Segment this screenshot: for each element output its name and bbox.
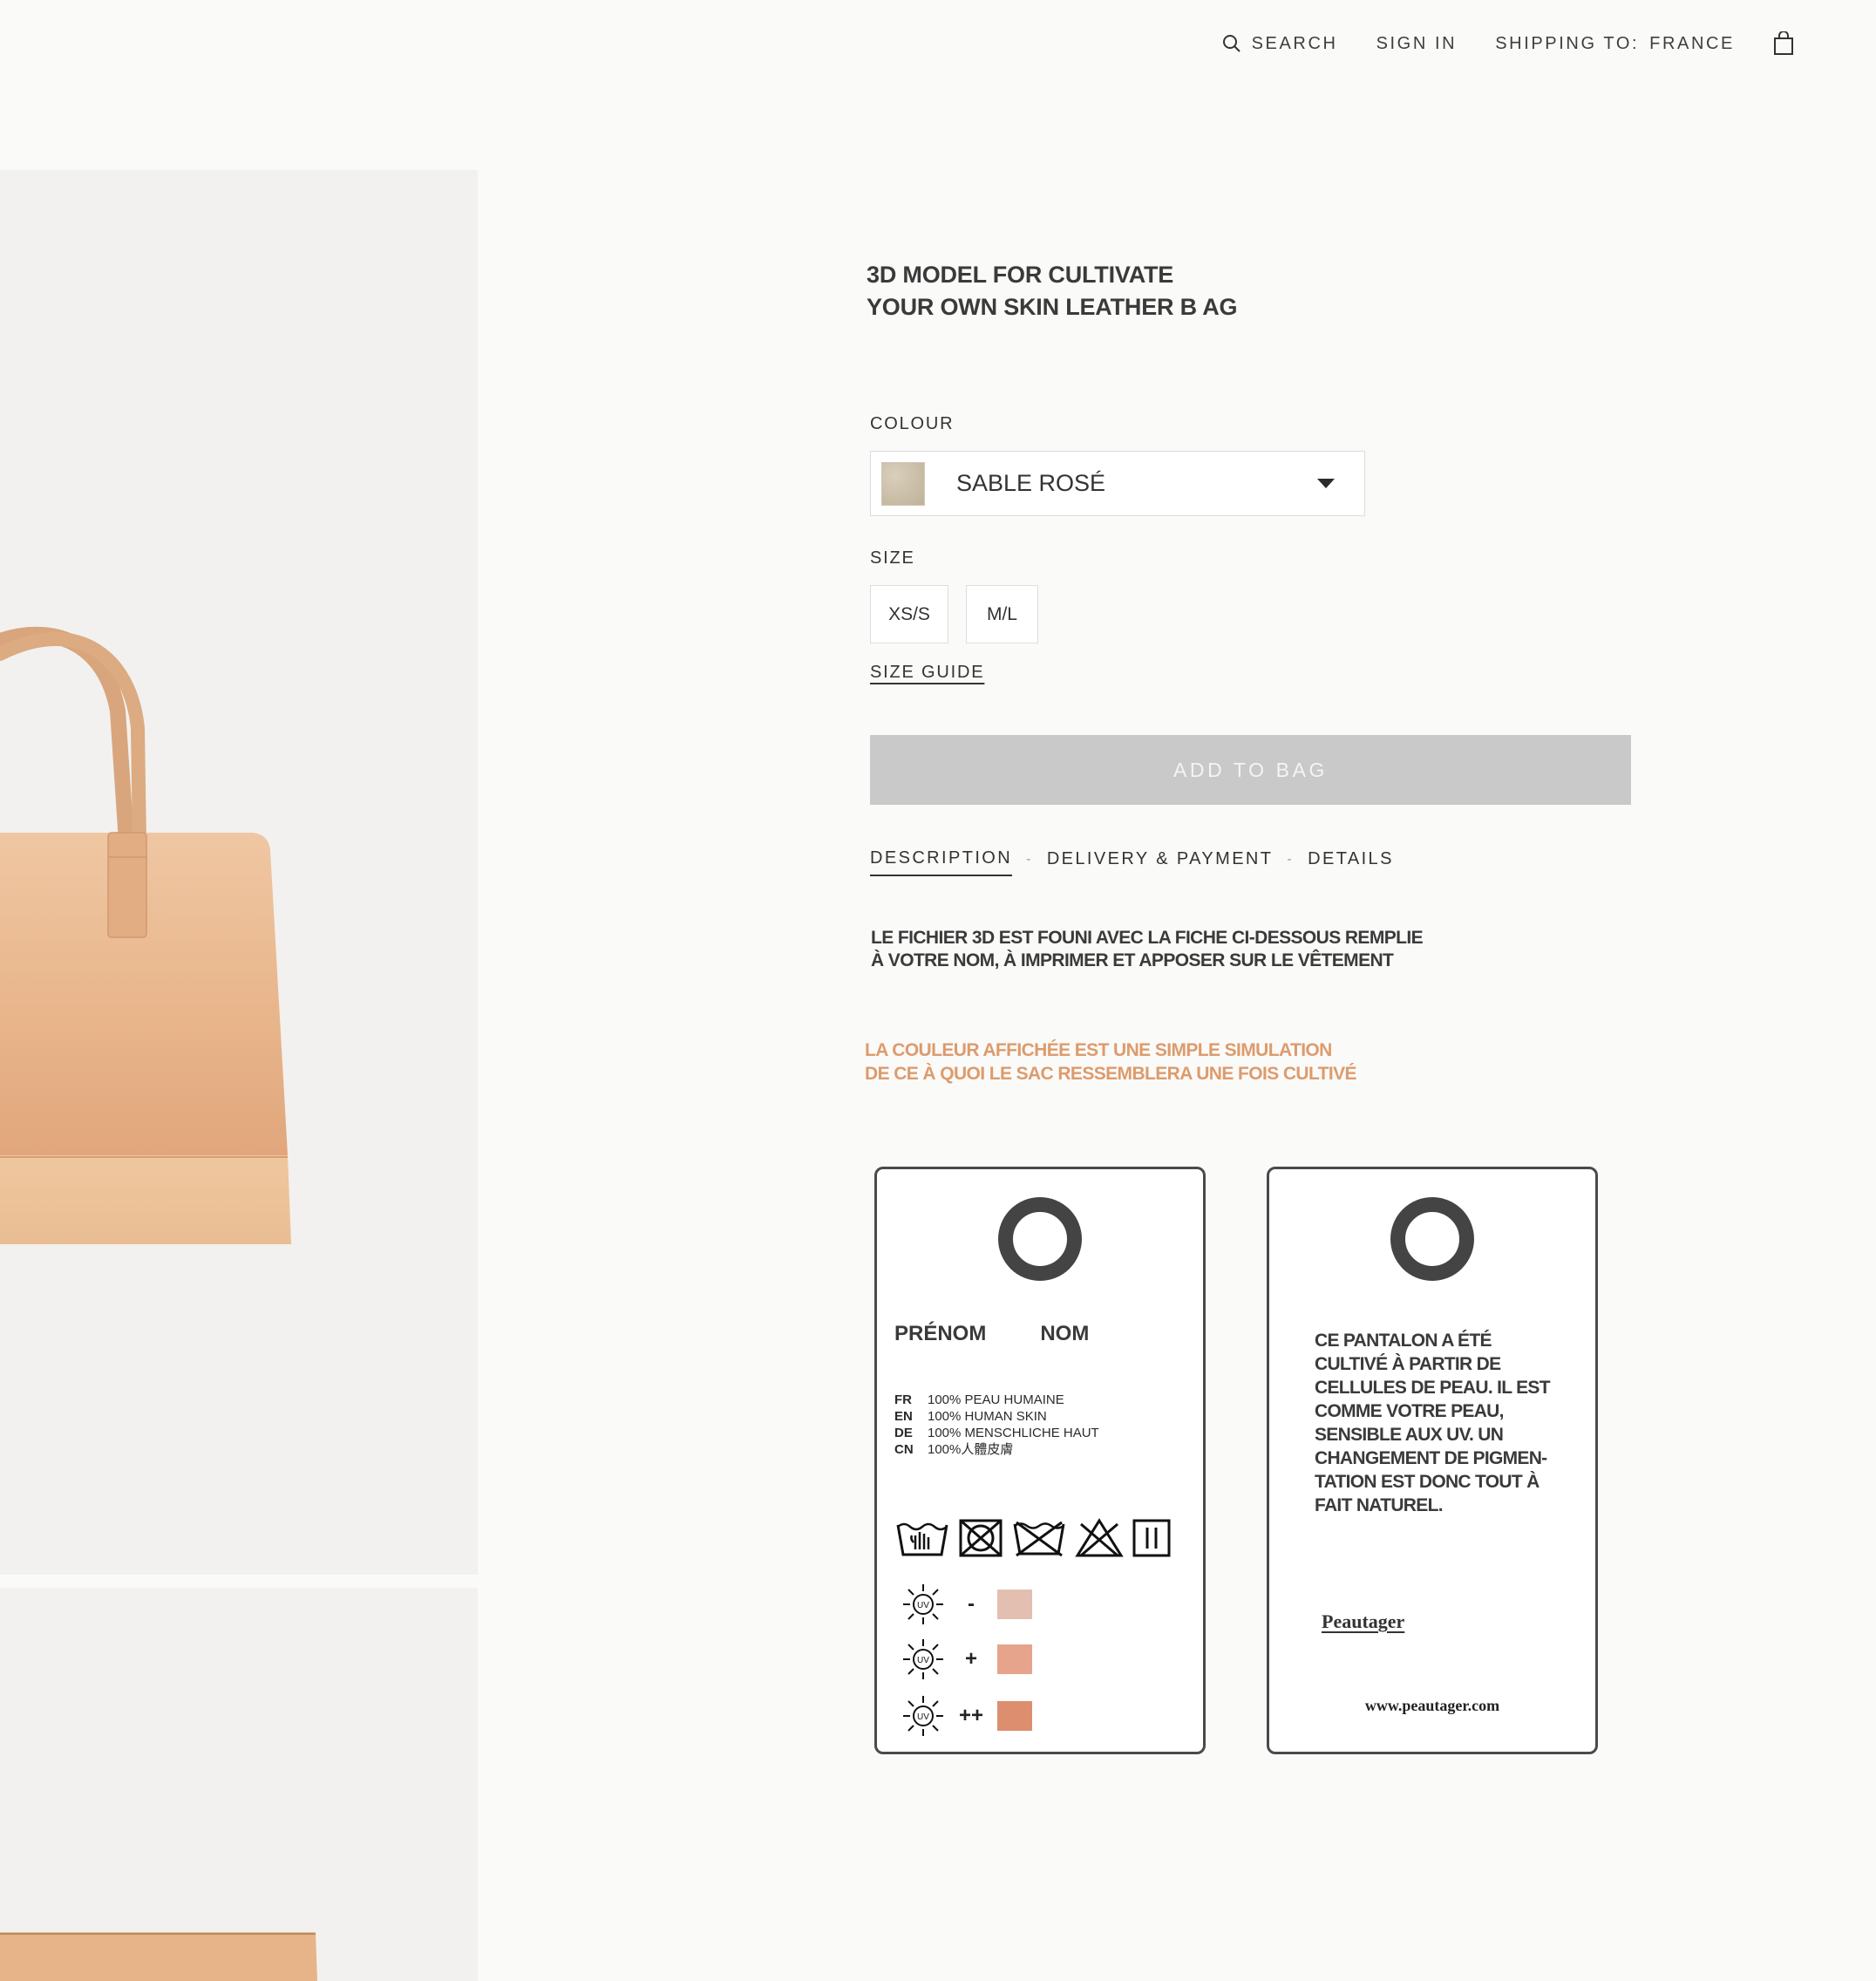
tab-description[interactable]: DESCRIPTION: [870, 848, 1013, 876]
care-label-front: PRÉNOM NOM FR 100% PEAU HUMAINE EN 100% HU…: [874, 1167, 1206, 1754]
composition-row: DE 100% MENSCHLICHE HAUT: [894, 1425, 1099, 1441]
product-title-line2: YOUR OWN SKIN LEATHER B AG: [867, 294, 1238, 320]
search-link[interactable]: SEARCH: [1222, 34, 1338, 54]
size-option-m-l[interactable]: M/L: [966, 585, 1038, 643]
uv-sun-icon: UV: [903, 1584, 943, 1624]
lang-code: CN: [894, 1442, 914, 1457]
brand-name: Peautager: [1322, 1610, 1405, 1632]
tag-text-line: CE PANTALON A ÉTÉ: [1315, 1331, 1492, 1351]
uv-text: UV: [917, 1601, 929, 1610]
uv-sign: ++: [958, 1704, 984, 1727]
uv-text: UV: [917, 1712, 929, 1722]
uv-sign: -: [968, 1592, 975, 1616]
tag-hole: [1390, 1197, 1474, 1281]
bag-illustration: [0, 626, 291, 1244]
size-guide-link[interactable]: SIZE GUIDE: [870, 663, 984, 683]
tag-hole: [998, 1197, 1082, 1281]
colour-label: COLOUR: [870, 414, 955, 433]
tab-delivery-payment[interactable]: DELIVERY & PAYMENT: [1047, 849, 1274, 875]
search-label: SEARCH: [1251, 33, 1338, 53]
tab-separator: -: [1026, 851, 1033, 867]
uv-sun-icon: UV: [903, 1639, 943, 1679]
tag-text-line: CULTIVÉ À PARTIR DE: [1315, 1354, 1501, 1374]
info-tabs: DESCRIPTION - DELIVERY & PAYMENT - DETAI…: [870, 848, 1394, 876]
skin-tone-swatch: [997, 1590, 1032, 1619]
composition-text: 100% PEAU HUMAINE: [928, 1392, 1064, 1407]
skin-tone-swatch: [997, 1701, 1032, 1731]
colour-notice: LA COULEUR AFFICHÉE EST UNE SIMPLE SIMUL…: [865, 1038, 1431, 1086]
dry-flat-icon: [1132, 1519, 1171, 1557]
tag-text-line: SENSIBLE AUX UV. UN: [1315, 1425, 1504, 1445]
notice-line1: LA COULEUR AFFICHÉE EST UNE SIMPLE SIMUL…: [865, 1040, 1332, 1060]
notice-line2: DE CE À QUOI LE SAC RESSEMBLERA UNE FOIS…: [865, 1064, 1357, 1084]
tab-separator: -: [1287, 851, 1295, 867]
care-label-back: CE PANTALON A ÉTÉ CULTIVÉ À PARTIR DE CE…: [1267, 1167, 1598, 1754]
brand-url: www.peautager.com: [1364, 1697, 1500, 1714]
tab-details[interactable]: DETAILS: [1308, 849, 1394, 875]
tag-text-line: COMME VOTRE PEAU,: [1315, 1401, 1504, 1421]
no-tumble-dry-icon: [959, 1519, 1003, 1557]
lang-code: FR: [894, 1392, 912, 1407]
description-line1: LE FICHIER 3D EST FOUNI AVEC LA FICHE CI…: [871, 928, 1424, 948]
composition-row: FR 100% PEAU HUMAINE: [894, 1392, 1099, 1408]
colour-select[interactable]: SABLE ROSÉ: [870, 451, 1365, 516]
sign-in-link[interactable]: SIGN IN: [1376, 34, 1458, 54]
skin-tone-swatch: [997, 1644, 1032, 1674]
name-fields: PRÉNOM NOM: [894, 1322, 1089, 1346]
uv-level-row: UV +: [901, 1637, 1032, 1681]
description-line2: À VOTRE NOM, À IMPRIMER ET APPOSER SUR L…: [871, 950, 1394, 970]
tag-text-line: CELLULES DE PEAU. IL EST: [1315, 1378, 1551, 1398]
composition-row: EN 100% HUMAN SKIN: [894, 1408, 1099, 1425]
do-not-wash-icon: [1013, 1521, 1065, 1557]
tag-back-text: CE PANTALON A ÉTÉ CULTIVÉ À PARTIR DE CE…: [1315, 1329, 1576, 1517]
composition-text: 100% MENSCHLICHE HAUT: [928, 1426, 1099, 1440]
colour-value: SABLE ROSÉ: [956, 470, 1106, 496]
bag-icon: [1773, 31, 1794, 56]
tag-text-line: TATION EST DONC TOUT À: [1315, 1472, 1540, 1492]
lang-code: DE: [894, 1426, 913, 1440]
composition-text: 100%人體皮膚: [928, 1442, 1014, 1457]
uv-text: UV: [917, 1656, 929, 1665]
add-to-bag-button[interactable]: ADD TO BAG: [870, 735, 1631, 805]
uv-sun-icon: UV: [903, 1696, 943, 1736]
bag-illustration-secondary: [0, 1932, 317, 1981]
product-title: 3D MODEL FOR CULTIVATE YOUR OWN SKIN LEA…: [867, 259, 1320, 323]
last-name-label: NOM: [1040, 1322, 1090, 1345]
product-image-main[interactable]: [0, 170, 478, 1575]
composition-row: CN 100%人體皮膚: [894, 1441, 1099, 1458]
search-icon: [1222, 34, 1241, 53]
lang-code: EN: [894, 1409, 913, 1424]
first-name-label: PRÉNOM: [894, 1322, 987, 1345]
uv-level-row: UV ++: [901, 1694, 1032, 1738]
tag-text-line: FAIT NATUREL.: [1315, 1495, 1444, 1515]
uv-sign: +: [964, 1647, 977, 1671]
hand-wash-icon: [896, 1522, 948, 1556]
shipping-country: FRANCE: [1649, 33, 1735, 53]
product-title-line1: 3D MODEL FOR CULTIVATE: [867, 262, 1174, 288]
composition-text: 100% HUMAN SKIN: [928, 1409, 1047, 1424]
top-navigation: SEARCH SIGN IN SHIPPING TO: FRANCE: [1222, 26, 1794, 61]
shipping-label: SHIPPING TO:: [1495, 33, 1640, 53]
do-not-bleach-icon: [1075, 1518, 1124, 1557]
tag-text-line: CHANGEMENT DE PIGMEN-: [1315, 1448, 1547, 1468]
description-text: LE FICHIER 3D EST FOUNI AVEC LA FICHE CI…: [871, 927, 1438, 972]
colour-swatch: [881, 461, 925, 506]
care-symbols: [894, 1516, 1172, 1560]
shipping-selector[interactable]: SHIPPING TO: FRANCE: [1495, 34, 1735, 54]
composition-list: FR 100% PEAU HUMAINE EN 100% HUMAN SKIN DE…: [894, 1392, 1099, 1458]
cart-button[interactable]: [1773, 31, 1794, 56]
uv-level-row: UV -: [901, 1583, 1032, 1626]
product-image-secondary[interactable]: [0, 1588, 478, 1981]
size-option-xs-s[interactable]: XS/S: [870, 585, 948, 643]
size-label: SIZE: [870, 548, 915, 568]
chevron-down-icon: [1317, 479, 1335, 488]
sign-in-label: SIGN IN: [1376, 33, 1458, 53]
